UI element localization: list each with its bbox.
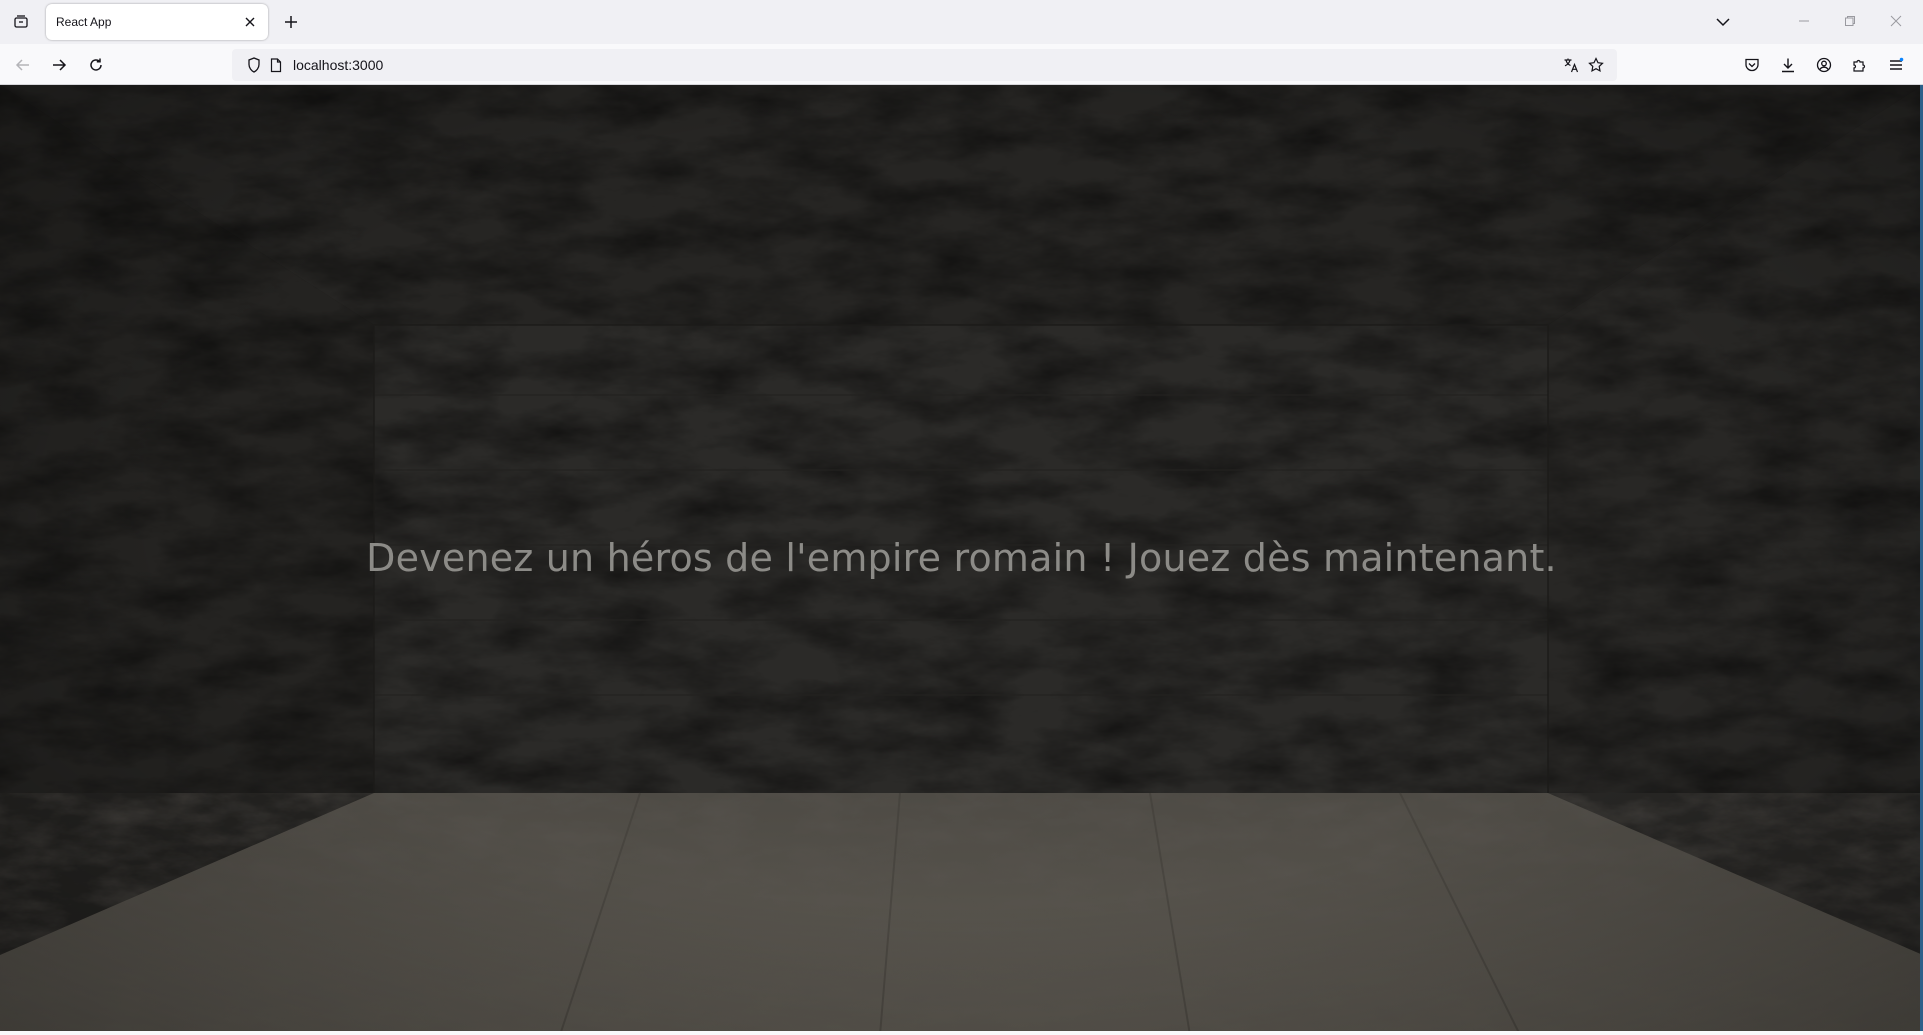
- account-icon: [1816, 57, 1832, 73]
- close-window-button[interactable]: [1880, 6, 1912, 36]
- shield-icon[interactable]: [244, 55, 264, 75]
- arrow-right-icon: [51, 57, 67, 73]
- minimize-icon: [1798, 15, 1810, 27]
- account-button[interactable]: [1810, 51, 1838, 79]
- url-text: localhost:3000: [293, 57, 384, 73]
- reload-icon: [88, 57, 104, 73]
- chevron-down-icon: [1716, 17, 1730, 27]
- close-icon: [244, 16, 256, 28]
- url-bar[interactable]: localhost:3000: [232, 49, 1617, 81]
- navigation-toolbar: localhost:3000: [0, 44, 1923, 85]
- extensions-button[interactable]: [1846, 51, 1874, 79]
- download-icon: [1780, 57, 1796, 73]
- new-tab-button[interactable]: [278, 9, 304, 35]
- pocket-icon: [1744, 57, 1760, 73]
- hero-headline: Devenez un héros de l'empire romain ! Jo…: [366, 536, 1557, 580]
- tab-close-button[interactable]: [240, 12, 260, 32]
- pocket-button[interactable]: [1738, 51, 1766, 79]
- back-button[interactable]: [9, 51, 37, 79]
- page-icon[interactable]: [266, 55, 286, 75]
- tab-bar: React App: [0, 0, 1923, 44]
- list-all-tabs-button[interactable]: [1710, 9, 1736, 35]
- app-menu-button[interactable]: [1882, 51, 1910, 79]
- restore-icon: [1844, 15, 1856, 27]
- game-canvas[interactable]: Devenez un héros de l'empire romain ! Jo…: [0, 85, 1923, 1035]
- hamburger-menu-icon: [1888, 57, 1904, 73]
- tab-list-button[interactable]: [8, 9, 34, 35]
- tab-list-icon: [13, 14, 29, 30]
- close-icon: [1890, 15, 1902, 27]
- minimize-button[interactable]: [1788, 6, 1820, 36]
- tab-react-app[interactable]: React App: [46, 4, 268, 40]
- window-bottom-border: [0, 1031, 1923, 1035]
- forward-button[interactable]: [45, 51, 73, 79]
- puzzle-icon: [1852, 57, 1868, 73]
- reload-button[interactable]: [82, 51, 110, 79]
- downloads-button[interactable]: [1774, 51, 1802, 79]
- restore-button[interactable]: [1834, 6, 1866, 36]
- translate-icon[interactable]: [1561, 55, 1581, 75]
- arrow-left-icon: [15, 57, 31, 73]
- star-icon[interactable]: [1586, 55, 1606, 75]
- plus-icon: [284, 15, 298, 29]
- tab-title: React App: [56, 15, 112, 29]
